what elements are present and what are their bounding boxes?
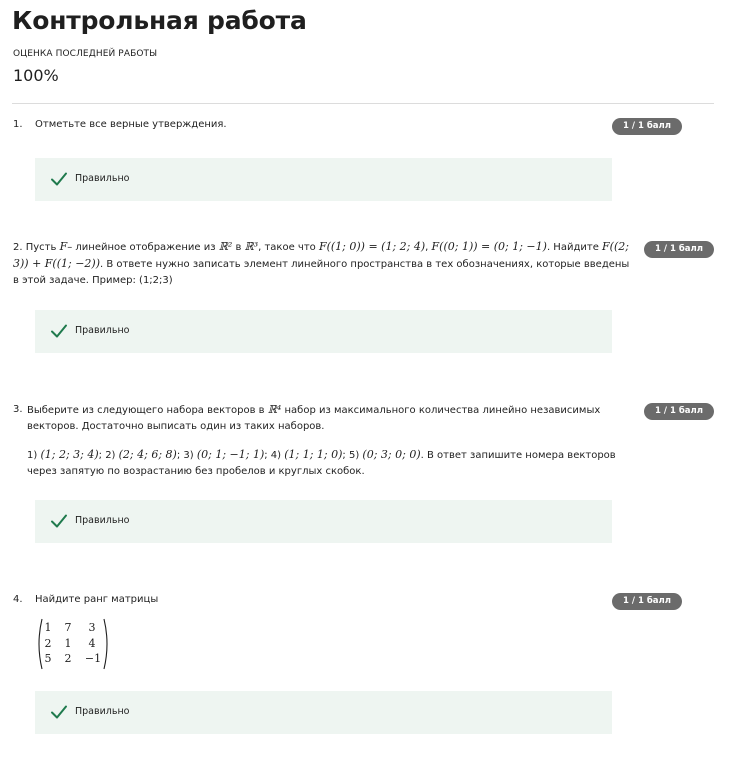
math-expression: F((0; 1)) = (0; 1; −1)	[431, 240, 547, 253]
math-expression: (1; 1; 1; 0)	[284, 448, 343, 461]
matrix-cell: 2	[44, 637, 52, 650]
matrix-cell: 2	[64, 652, 72, 665]
matrix-cell: 5	[44, 652, 52, 665]
text-part: , такое что	[258, 242, 316, 253]
question-number: 1.	[13, 119, 23, 130]
matrix-cell: 4	[88, 637, 96, 650]
question-text: Выберите из следующего набора векторов в…	[27, 402, 627, 435]
math-expression: ℝ⁴	[267, 403, 282, 416]
feedback-label: Правильно	[75, 706, 130, 717]
feedback-correct: Правильно	[35, 158, 612, 201]
matrix-cell: −1	[84, 652, 102, 665]
checkmark-icon	[51, 705, 67, 719]
math-expression: (2; 4; 6; 8)	[118, 448, 177, 461]
text-part: ,	[425, 242, 429, 253]
grade-value: 100%	[13, 66, 59, 85]
matrix-cell: 1	[44, 621, 52, 634]
checkmark-icon	[51, 514, 67, 528]
text-part: . В ответе нужно записать элемент линейн…	[13, 259, 630, 286]
feedback-label: Правильно	[75, 173, 130, 184]
text-part: Выберите из следующего набора векторов в	[27, 405, 265, 416]
feedback-label: Правильно	[75, 515, 130, 526]
question-number: 3.	[13, 404, 23, 415]
header-divider	[12, 103, 714, 104]
math-expression: ℝ³	[244, 240, 259, 253]
text-part: ; 2)	[98, 450, 116, 461]
feedback-correct: Правильно	[35, 500, 612, 543]
text-part: в	[235, 242, 242, 253]
grade-label: ОЦЕНКА ПОСЛЕДНЕЙ РАБОТЫ	[13, 49, 158, 59]
matrix: 1 7 3 2 1 4 5 2 −1	[35, 618, 115, 670]
checkmark-icon	[51, 172, 67, 186]
matrix-cell: 1	[64, 637, 72, 650]
text-part: ; 4)	[264, 450, 282, 461]
matrix-cell: 7	[64, 621, 72, 634]
question-number: 4.	[13, 594, 23, 605]
question-text: 2. Пусть F– линейное отображение из ℝ² в…	[13, 239, 635, 289]
question-options: 1) (1; 2; 3; 4); 2) (2; 4; 6; 8); 3) (0;…	[27, 447, 627, 480]
question-text: Найдите ранг матрицы	[35, 594, 159, 605]
math-expression: (0; 3; 0; 0)	[362, 448, 421, 461]
score-badge: 1 / 1 балл	[612, 118, 682, 135]
text-part: 1)	[27, 450, 38, 461]
checkmark-icon	[51, 324, 67, 338]
text-part: . Найдите	[546, 242, 599, 253]
score-badge: 1 / 1 балл	[644, 403, 714, 420]
question-text: Отметьте все верные утверждения.	[35, 119, 227, 130]
page-title: Контрольная работа	[12, 6, 307, 35]
question-number: 2.	[13, 242, 23, 253]
score-badge: 1 / 1 балл	[644, 241, 714, 258]
math-expression: ℝ²	[218, 240, 233, 253]
feedback-label: Правильно	[75, 325, 130, 336]
right-paren-icon	[103, 618, 108, 670]
feedback-correct: Правильно	[35, 691, 612, 734]
text-part: – линейное отображение из	[67, 242, 216, 253]
text-part: Пусть	[25, 242, 57, 253]
math-expression: F((1; 0)) = (1; 2; 4)	[318, 240, 426, 253]
math-expression: (0; 1; −1; 1)	[196, 448, 265, 461]
text-part: ; 3)	[176, 450, 194, 461]
score-badge: 1 / 1 балл	[612, 593, 682, 610]
feedback-correct: Правильно	[35, 310, 612, 353]
math-expression: (1; 2; 3; 4)	[40, 448, 99, 461]
text-part: ; 5)	[342, 450, 360, 461]
matrix-cell: 3	[88, 621, 96, 634]
